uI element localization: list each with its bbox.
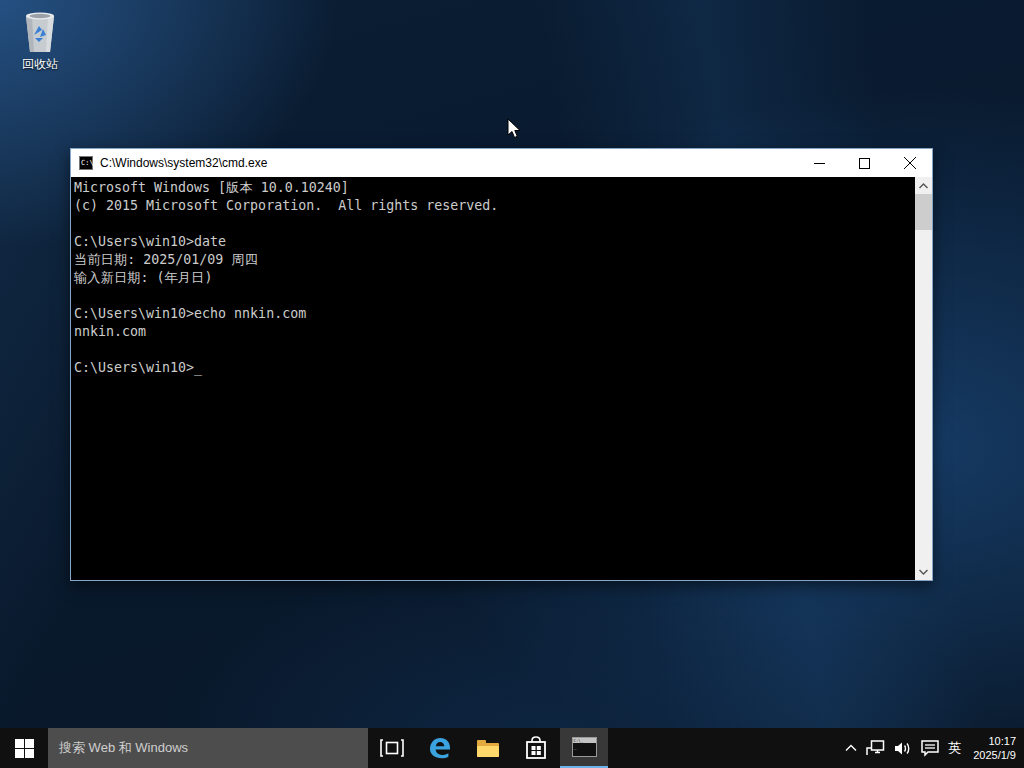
store-icon <box>525 736 547 760</box>
chevron-up-icon <box>845 744 857 752</box>
cmd-taskbar-button[interactable]: C:\_ _ <box>560 728 608 768</box>
system-tray: 英 10:17 2025/1/9 <box>845 728 1024 768</box>
language-indicator[interactable]: 英 <box>948 739 961 757</box>
taskbar: 搜索 Web 和 Windows C:\_ <box>0 728 1024 768</box>
task-view-icon <box>380 739 404 757</box>
search-placeholder: 搜索 Web 和 Windows <box>59 739 188 757</box>
action-center-icon <box>921 740 939 757</box>
scroll-up-icon <box>919 183 928 189</box>
cmd-taskbar-icon: C:\_ _ <box>572 737 597 757</box>
recycle-bin-glyph <box>20 8 60 54</box>
console-scrollbar[interactable] <box>915 177 932 580</box>
minimize-button[interactable] <box>797 149 842 177</box>
network-tray-button[interactable] <box>866 740 885 756</box>
action-center-button[interactable] <box>921 740 939 757</box>
speaker-icon <box>894 741 912 756</box>
scrollbar-thumb[interactable] <box>915 194 932 230</box>
taskbar-clock[interactable]: 10:17 2025/1/9 <box>973 734 1016 762</box>
recycle-bin-icon[interactable]: 回收站 <box>8 8 72 73</box>
network-icon <box>866 740 885 756</box>
maximize-icon <box>859 158 870 169</box>
scroll-down-button[interactable] <box>915 563 932 580</box>
minimize-icon <box>814 158 825 169</box>
close-icon <box>904 157 916 169</box>
file-explorer-icon <box>477 740 499 757</box>
windows-logo-icon <box>15 739 34 758</box>
scroll-up-button[interactable] <box>915 177 932 194</box>
edge-button[interactable] <box>416 728 464 768</box>
scroll-down-icon <box>919 569 928 575</box>
cmd-titlebar[interactable]: C:\ C:\Windows\system32\cmd.exe <box>71 149 932 177</box>
recycle-bin-label: 回收站 <box>8 56 72 73</box>
start-button[interactable] <box>0 728 48 768</box>
volume-tray-button[interactable] <box>894 741 912 756</box>
maximize-button[interactable] <box>842 149 887 177</box>
task-view-button[interactable] <box>368 728 416 768</box>
console-text: Microsoft Windows [版本 10.0.10240] (c) 20… <box>74 179 915 377</box>
console-cursor: _ <box>194 360 202 375</box>
clock-time: 10:17 <box>973 734 1016 748</box>
file-explorer-button[interactable] <box>464 728 512 768</box>
taskbar-search-input[interactable]: 搜索 Web 和 Windows <box>48 728 368 768</box>
desktop: { "desktop": { "recycle_bin_label": "回收站… <box>0 0 1024 768</box>
cmd-window-title: C:\Windows\system32\cmd.exe <box>100 156 267 170</box>
store-button[interactable] <box>512 728 560 768</box>
close-button[interactable] <box>887 149 932 177</box>
clock-date: 2025/1/9 <box>973 748 1016 762</box>
cmd-window-icon: C:\ <box>79 156 93 170</box>
tray-expand-button[interactable] <box>845 744 857 752</box>
edge-icon <box>427 735 453 761</box>
scrollbar-track[interactable] <box>915 230 932 563</box>
mouse-cursor <box>507 118 523 140</box>
cmd-window: C:\ C:\Windows\system32\cmd.exe Microsof… <box>70 148 933 581</box>
console-output-area[interactable]: Microsoft Windows [版本 10.0.10240] (c) 20… <box>71 177 915 580</box>
